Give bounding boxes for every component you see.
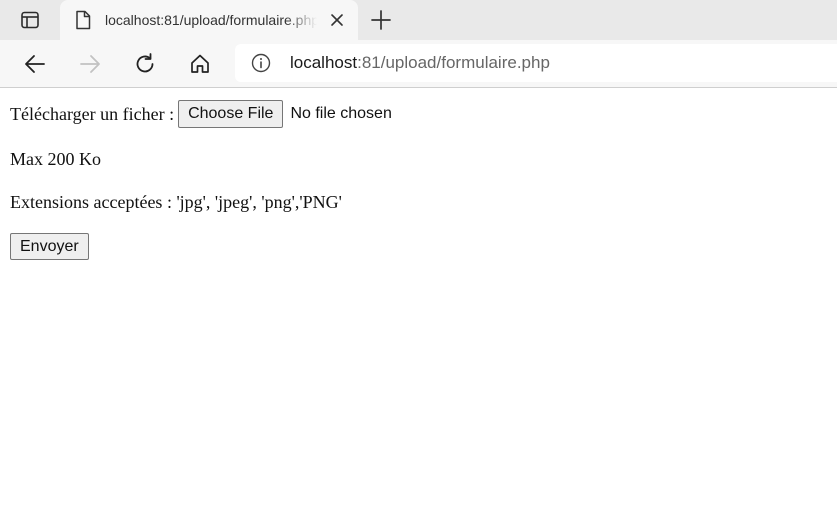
reload-icon xyxy=(136,53,154,73)
max-size-text: Max 200 Ko xyxy=(10,149,101,169)
forward-arrow-icon xyxy=(80,55,100,73)
url-text[interactable]: localhost:81/upload/formulaire.php xyxy=(290,54,550,72)
extensions-text: Extensions acceptées : 'jpg', 'jpeg', 'p… xyxy=(10,192,342,212)
tab-actions-icon xyxy=(21,11,39,29)
home-icon xyxy=(191,54,209,73)
url-host: localhost xyxy=(290,53,358,72)
upload-label: Télécharger un ficher : xyxy=(10,103,175,124)
tab-strip: localhost:81/upload/formulaire.php xyxy=(0,0,837,40)
home-button[interactable] xyxy=(187,51,213,77)
address-bar[interactable]: localhost:81/upload/formulaire.php xyxy=(235,44,837,82)
choose-file-button[interactable]: Choose File xyxy=(178,100,284,128)
browser-toolbar: localhost:81/upload/formulaire.php xyxy=(0,40,837,88)
file-status-text: No file chosen xyxy=(290,105,392,122)
close-icon[interactable] xyxy=(328,11,346,29)
submit-button[interactable]: Envoyer xyxy=(10,233,89,260)
tab-title: localhost:81/upload/formulaire.php xyxy=(105,12,317,28)
back-arrow-icon xyxy=(25,55,45,73)
forward-button[interactable] xyxy=(77,51,103,77)
tab-active[interactable]: localhost:81/upload/formulaire.php xyxy=(60,0,358,40)
tab-actions-button[interactable] xyxy=(12,9,48,31)
page-content: Télécharger un ficher : Choose File No f… xyxy=(0,89,837,521)
page-icon xyxy=(76,10,91,30)
back-button[interactable] xyxy=(22,51,48,77)
info-icon[interactable] xyxy=(251,53,271,73)
upload-row: Télécharger un ficher : Choose File No f… xyxy=(10,99,392,129)
new-tab-icon[interactable] xyxy=(369,8,393,32)
url-path: :81/upload/formulaire.php xyxy=(357,53,550,72)
reload-button[interactable] xyxy=(132,51,158,77)
